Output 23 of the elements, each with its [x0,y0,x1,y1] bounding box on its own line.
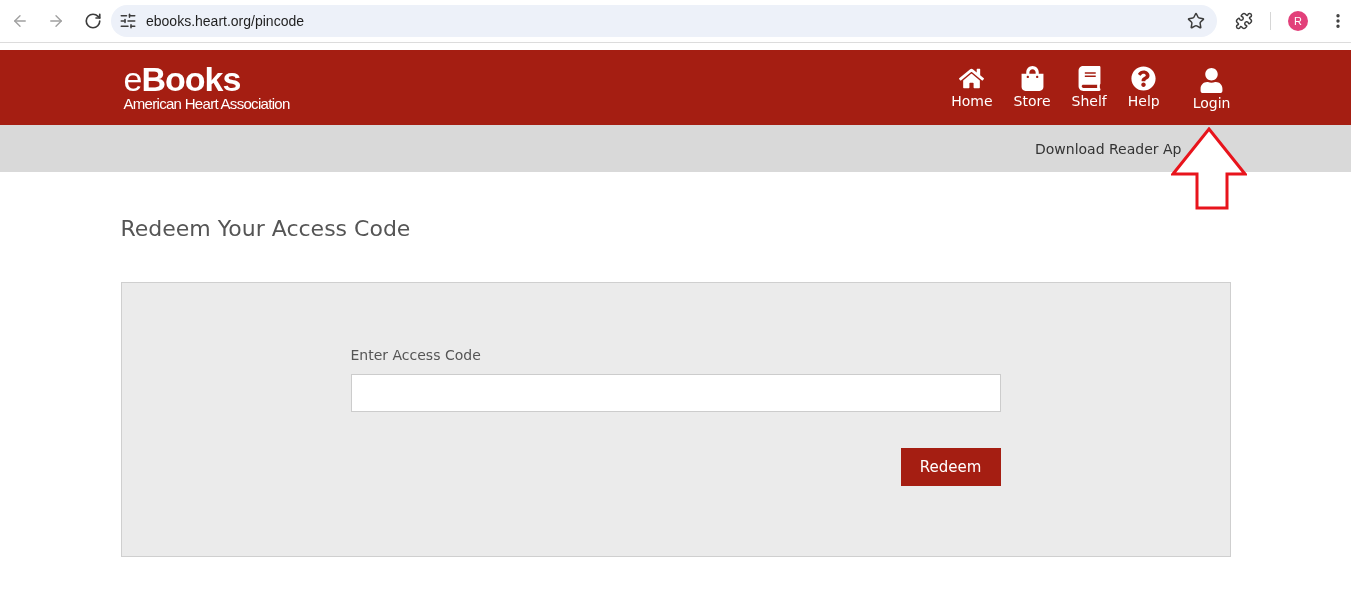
address-bar[interactable]: ebooks.heart.org/pincode [111,5,1217,37]
nav-link[interactable]: Help [1127,65,1160,110]
logo-title[interactable]: eBooks [123,62,241,95]
field-label: Enter Access Code [350,346,481,364]
user-icon [1199,67,1225,93]
reload-icon[interactable] [84,12,102,30]
help-icon [1131,65,1157,91]
nav-link[interactable]: Shelf [1071,65,1107,110]
profile-avatar[interactable]: R [1288,11,1308,31]
logo-subtitle: American Heart Association [123,94,290,113]
download-link[interactable]: Download Reader Ap [1035,140,1182,157]
url-text: ebooks.heart.org/pincode [146,13,305,29]
redeem-button[interactable]: Redeem [900,448,1001,486]
access-code-field[interactable] [350,374,1001,412]
nav-link[interactable]: Login [1192,63,1231,112]
site-settings-icon[interactable] [119,12,137,30]
nav-link[interactable]: Home [951,65,993,110]
nav-link[interactable]: Store [1013,65,1051,110]
book-icon [1076,65,1102,91]
shopping-bag-icon [1019,65,1045,91]
puzzle-icon[interactable] [1235,12,1253,30]
page-title: Redeem Your Access Code [120,215,411,243]
bookmark-star-icon[interactable] [1187,12,1205,30]
